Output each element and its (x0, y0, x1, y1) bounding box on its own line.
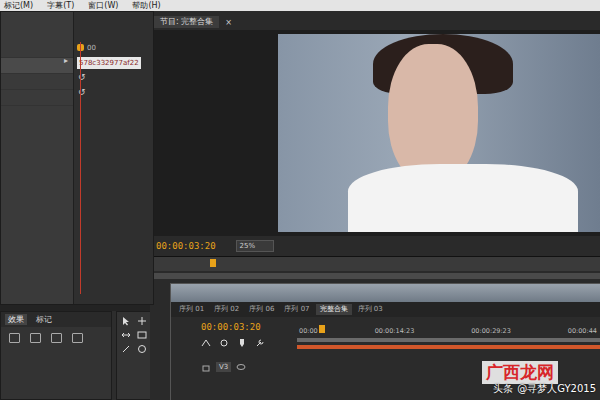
monitor-view (154, 30, 600, 236)
ruler-label: 00 (87, 44, 96, 52)
folder-icons (1, 327, 111, 349)
sequence-tab[interactable]: 序列 03 (354, 304, 387, 315)
playhead-icon[interactable] (210, 259, 216, 267)
reset-icon[interactable]: ↺ (74, 85, 153, 100)
tool-icon[interactable] (137, 316, 147, 326)
eye-icon[interactable] (236, 362, 246, 372)
reset-icon[interactable]: ↺ (74, 70, 153, 85)
property-row[interactable] (1, 74, 73, 90)
ruler-labels: 00:00 00:00:14:23 00:00:29:23 00:00:44 (297, 317, 600, 335)
watermark-site: 头条 (493, 382, 513, 396)
property-row[interactable] (1, 90, 73, 106)
mini-ruler: 00 (74, 40, 153, 55)
menu-item[interactable]: 帮助(H) (132, 0, 160, 11)
sequence-tab[interactable]: 序列 02 (210, 304, 243, 315)
ruler-tick: 00:00:14:23 (375, 327, 415, 335)
link-icon[interactable] (219, 338, 229, 348)
playhead-line (80, 42, 81, 294)
watermark-author: @寻梦人GY2015 (517, 382, 596, 396)
bottom-left-panels: 效果标记 (0, 311, 154, 400)
panel-tab[interactable]: 效果 (5, 314, 27, 325)
sequence-tab[interactable]: 序列 06 (245, 304, 278, 315)
sequence-tabs: 序列 01序列 02序列 06序列 07完整合集序列 03 (171, 302, 600, 317)
expand-toggle[interactable]: ▸ (64, 56, 68, 65)
effect-controls-panel: ▸00578c332977af22↺↺ (0, 11, 154, 305)
tool-icon[interactable] (137, 344, 147, 354)
panel-tab[interactable]: 标记 (33, 314, 55, 325)
window-titlebar[interactable] (171, 284, 600, 302)
property-row[interactable] (1, 58, 73, 74)
playhead-icon[interactable] (319, 325, 325, 333)
sequence-tab[interactable]: 序列 07 (280, 304, 313, 315)
watermark: 头条 @寻梦人GY2015 (493, 382, 596, 396)
clip-row: 578c332977af22 (74, 55, 153, 70)
timecode[interactable]: 00:00:03:20 (201, 322, 297, 332)
sequence-tab[interactable]: 序列 01 (175, 304, 208, 315)
ruler-tick: 00:00:44 (568, 327, 597, 335)
ruler-tick: 00:00:29:23 (471, 327, 511, 335)
folder-icon[interactable] (9, 333, 20, 343)
snap-icon[interactable] (201, 338, 211, 348)
folder-icon[interactable] (51, 333, 62, 343)
menu-item[interactable]: 标记(M) (4, 0, 33, 11)
scrubber[interactable] (154, 256, 600, 271)
zoom-bar[interactable] (154, 273, 600, 279)
timecode[interactable]: 00:00:03:20 (156, 241, 216, 251)
timeline-tools (201, 338, 297, 348)
menu-item[interactable]: 窗口(W) (88, 0, 118, 11)
work-area-bar[interactable] (297, 345, 600, 349)
frame-face (388, 44, 478, 184)
monitor-tab[interactable]: 节目: 完整合集 (154, 16, 219, 28)
left-column: ▸00578c332977af22↺↺效果标记 (0, 11, 150, 400)
close-button[interactable]: × (225, 18, 232, 27)
clip-name[interactable]: 578c332977af22 (77, 57, 141, 69)
timeline-header: 00:00:03:20 V3 (171, 317, 297, 400)
sequence-tab[interactable]: 完整合集 (316, 304, 352, 315)
frame-shirt (348, 164, 578, 232)
folder-icon[interactable] (72, 333, 83, 343)
ruler-tick: 00:00 (299, 327, 318, 335)
tool-icon[interactable] (121, 316, 131, 326)
menu-item[interactable]: 字幕(T) (47, 0, 74, 11)
effects-panel: 效果标记 (0, 311, 112, 400)
panel-tabs: 效果标记 (1, 312, 111, 327)
property-row[interactable] (1, 42, 73, 58)
mini-timeline: ▸00578c332977af22↺↺ (73, 12, 153, 304)
track-header: V3 (201, 362, 297, 372)
tools-panel (116, 311, 154, 400)
track-label[interactable]: V3 (216, 362, 231, 372)
marker-icon[interactable] (237, 338, 247, 348)
menu-bar: 标记(M) 字幕(T) 窗口(W) 帮助(H) (0, 0, 600, 11)
wrench-icon[interactable] (255, 338, 265, 348)
tool-icon[interactable] (121, 330, 131, 340)
video-frame (278, 34, 600, 232)
zoom-dropdown[interactable]: 25% (236, 240, 275, 252)
ruler-bar[interactable] (297, 338, 600, 342)
tool-icon[interactable] (137, 330, 147, 340)
watermark-logo: 广西龙网 (482, 361, 558, 384)
monitor-controls: 00:00:03:20 25% (154, 236, 600, 256)
lock-icon[interactable] (201, 362, 211, 372)
tool-icon[interactable] (121, 344, 131, 354)
folder-icon[interactable] (30, 333, 41, 343)
monitor-header: 节目: 完整合集 × (154, 14, 600, 30)
property-list (1, 12, 73, 304)
